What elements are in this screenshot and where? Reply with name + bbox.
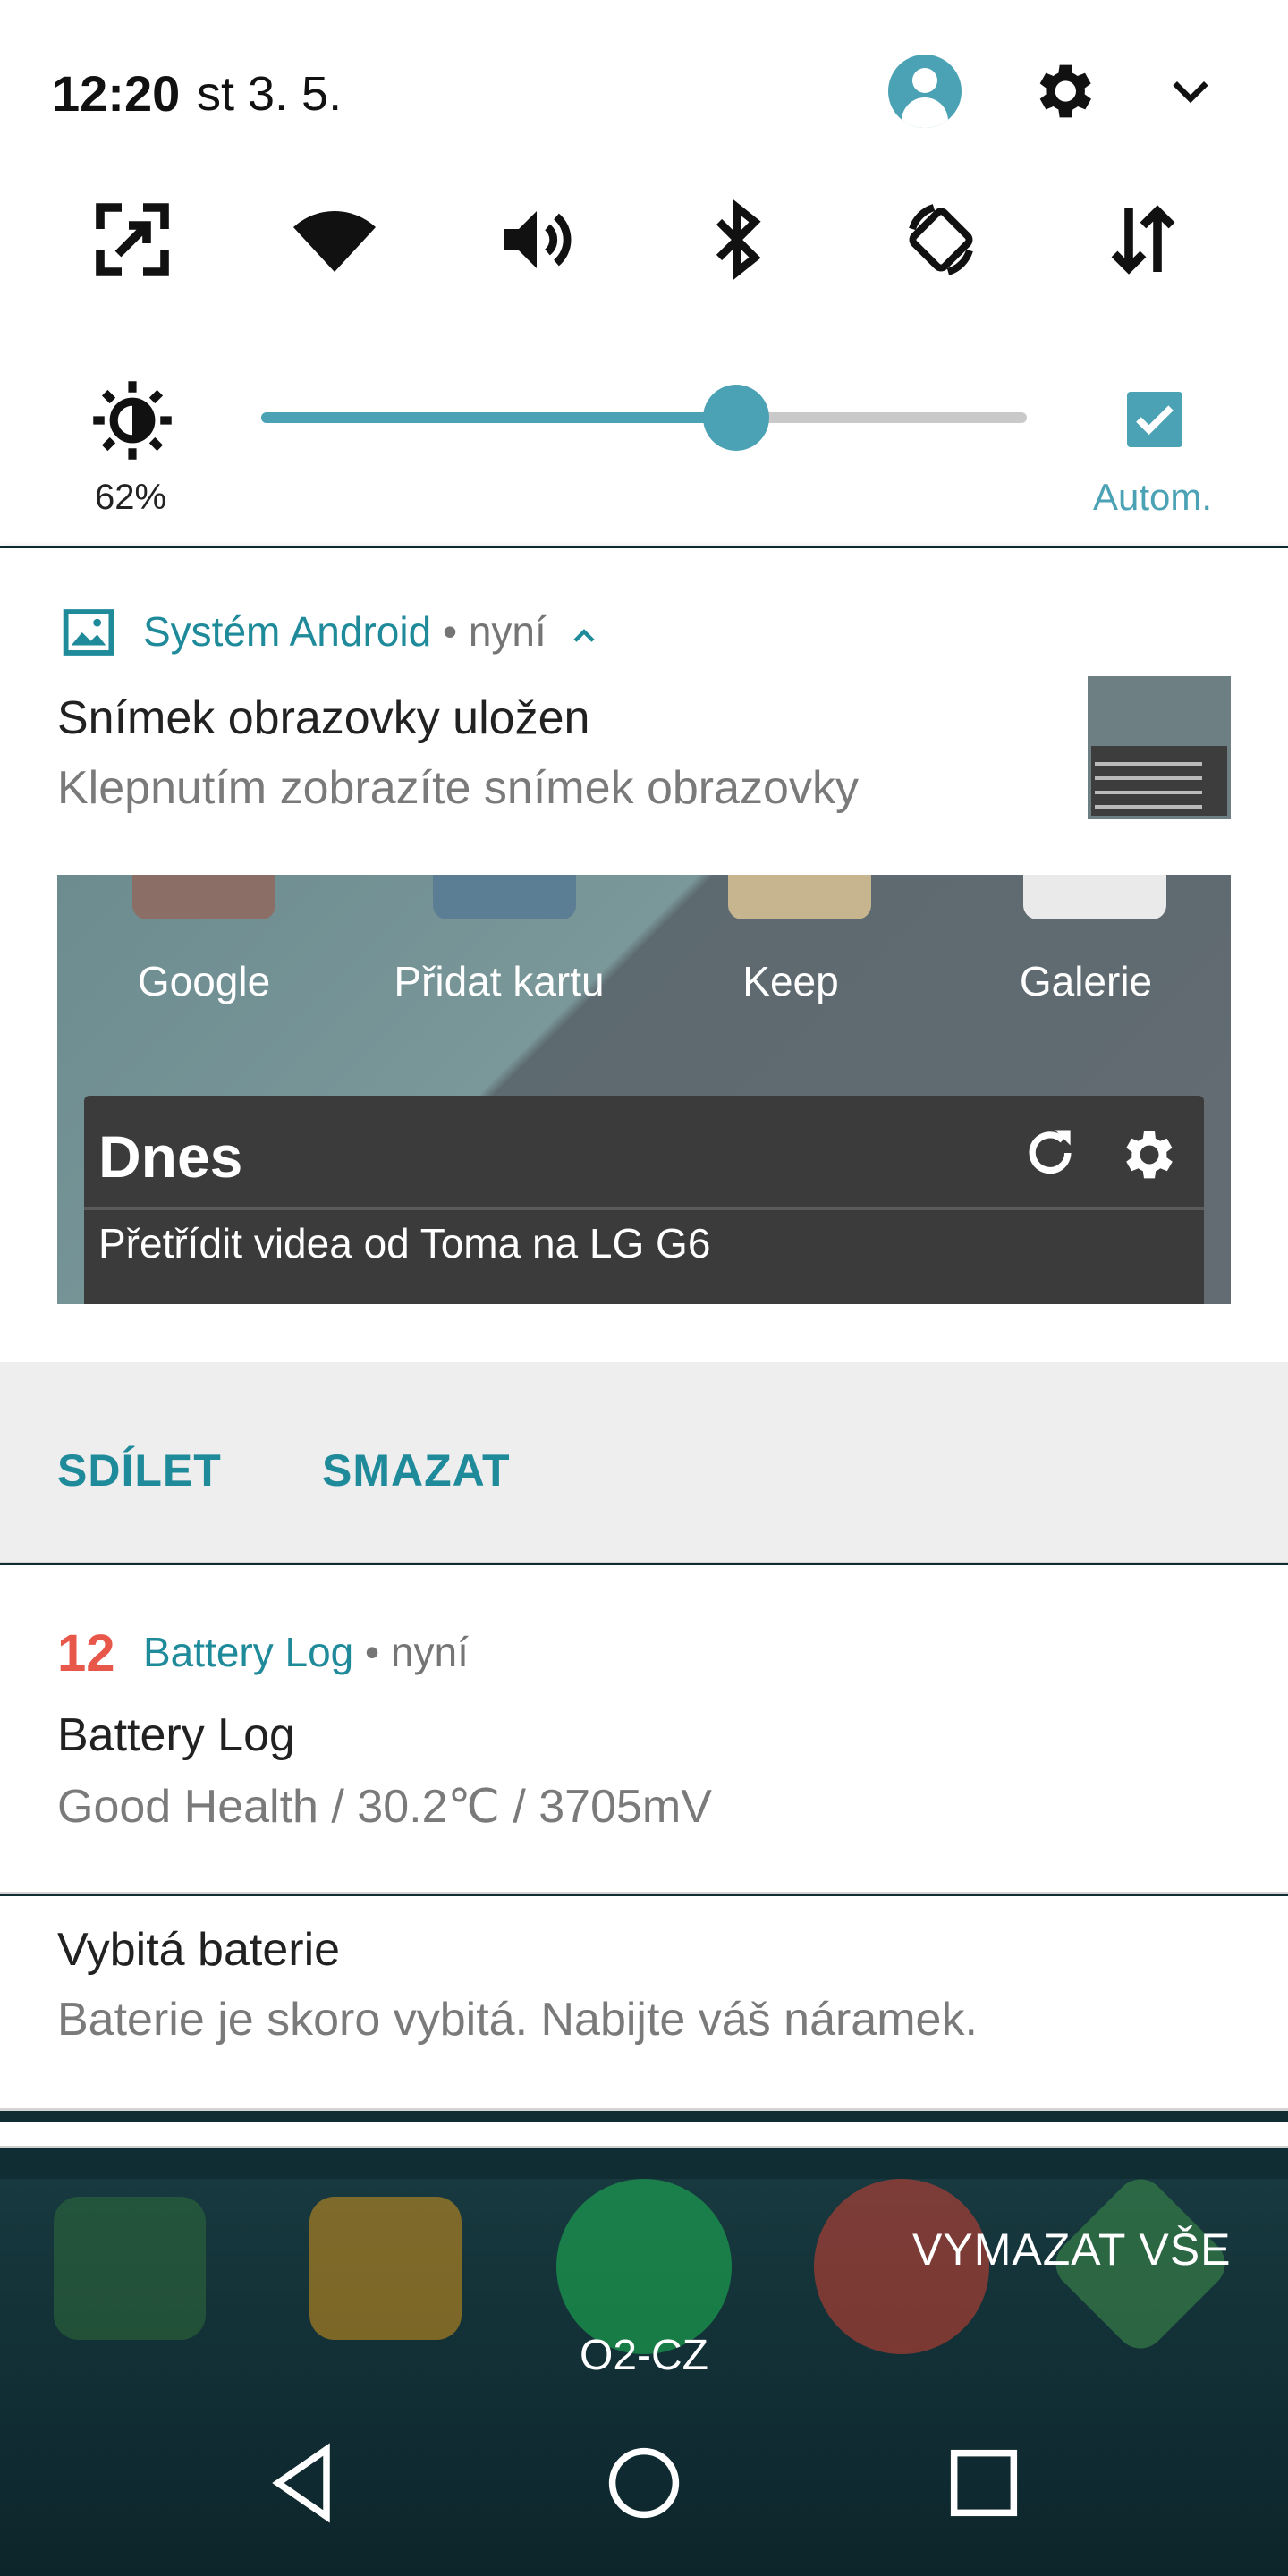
- notification-stack-edge: [0, 2122, 1288, 2148]
- notification-text: Good Health / 30.2℃ / 3705mV: [57, 1781, 712, 1833]
- preview-app-label: Přidat kartu: [394, 958, 605, 1004]
- spotify-app-icon: [556, 2179, 732, 2354]
- screenshot-preview[interactable]: Google Přidat kartu Keep Galerie Dnes Př…: [57, 875, 1231, 1304]
- back-icon[interactable]: [259, 2438, 349, 2528]
- status-time: 12:20: [52, 65, 181, 122]
- bluetooth-icon[interactable]: [694, 197, 780, 283]
- notification-text: Klepnutím zobrazíte snímek obrazovky: [57, 762, 859, 814]
- notification-actions: SDÍLET SMAZAT: [0, 1362, 1288, 1563]
- brightness-slider[interactable]: [261, 385, 1027, 451]
- wifi-icon[interactable]: [292, 197, 377, 283]
- chevron-up-icon[interactable]: [571, 624, 597, 646]
- volume-icon[interactable]: [494, 197, 580, 283]
- preview-app-label: Keep: [742, 958, 839, 1004]
- brightness-slider-fill: [261, 412, 736, 423]
- today-widget: Dnes Přetřídit videa od Toma na LG G6: [84, 1096, 1204, 1304]
- status-date: st 3. 5.: [197, 67, 343, 121]
- clear-all-button[interactable]: VYMAZAT VŠE: [912, 2224, 1231, 2275]
- recents-icon[interactable]: [939, 2438, 1029, 2528]
- quick-settings-panel: 12:20 st 3. 5. 62% Autom.: [0, 0, 1288, 546]
- notification-app-name: Battery Log: [143, 1629, 354, 1675]
- notification-low-battery[interactable]: Vybitá baterie Baterie je skoro vybitá. …: [0, 1896, 1288, 2111]
- delete-button[interactable]: SMAZAT: [322, 1445, 511, 1496]
- notification-text: Baterie je skoro vybitá. Nabijte váš nár…: [57, 1994, 978, 2046]
- notification-app-name: Systém Android: [143, 608, 432, 655]
- image-icon: [63, 609, 114, 656]
- widget-divider: [84, 1207, 1204, 1210]
- gear-icon[interactable]: [1027, 55, 1098, 127]
- home-screen-background: O2-CZ VYMAZAT VŠE: [0, 2168, 1288, 2576]
- chevron-down-icon[interactable]: [1167, 64, 1214, 118]
- notification-battery-log[interactable]: 12 Battery Log • nyní Battery Log Good H…: [0, 1565, 1288, 1894]
- share-button[interactable]: SDÍLET: [57, 1445, 222, 1496]
- auto-brightness-label[interactable]: Autom.: [1093, 476, 1212, 519]
- preview-app-label: Galerie: [1019, 958, 1153, 1004]
- google-app-icon: [132, 875, 275, 919]
- widget-title: Dnes: [98, 1123, 243, 1190]
- brightness-slider-thumb[interactable]: [702, 385, 769, 451]
- home-icon[interactable]: [599, 2438, 689, 2528]
- screenshot-thumbnail[interactable]: [1088, 676, 1231, 819]
- battery-log-app-icon: 12: [57, 1624, 115, 1682]
- phone-app-icon: [54, 2197, 206, 2340]
- data-transfer-icon[interactable]: [1100, 197, 1186, 283]
- brightness-percent: 62%: [95, 478, 167, 517]
- brightness-icon: [93, 381, 172, 460]
- auto-brightness-checkbox[interactable]: [1127, 392, 1182, 447]
- screen-capture-icon[interactable]: [89, 197, 175, 283]
- keep-app-icon: [728, 875, 871, 919]
- gear-icon: [1126, 1131, 1173, 1179]
- widget-task: Přetřídit videa od Toma na LG G6: [98, 1220, 711, 1267]
- notification-time: • nyní: [442, 608, 547, 655]
- auto-rotate-icon[interactable]: [898, 197, 984, 283]
- notification-title: Vybitá baterie: [57, 1924, 341, 1976]
- gallery-app-icon: [1023, 875, 1166, 919]
- notification-screenshot[interactable]: Systém Android • nyní Snímek obrazovky u…: [0, 548, 1288, 1563]
- add-card-app-icon: [433, 875, 576, 919]
- notification-title: Snímek obrazovky uložen: [57, 692, 590, 744]
- messages-app-icon: [309, 2197, 462, 2340]
- notification-title: Battery Log: [57, 1709, 295, 1761]
- refresh-icon: [1029, 1130, 1072, 1174]
- carrier-label: O2-CZ: [580, 2332, 708, 2379]
- user-avatar-icon[interactable]: [888, 55, 962, 128]
- preview-app-label: Google: [137, 958, 271, 1004]
- notification-time: • nyní: [365, 1629, 469, 1675]
